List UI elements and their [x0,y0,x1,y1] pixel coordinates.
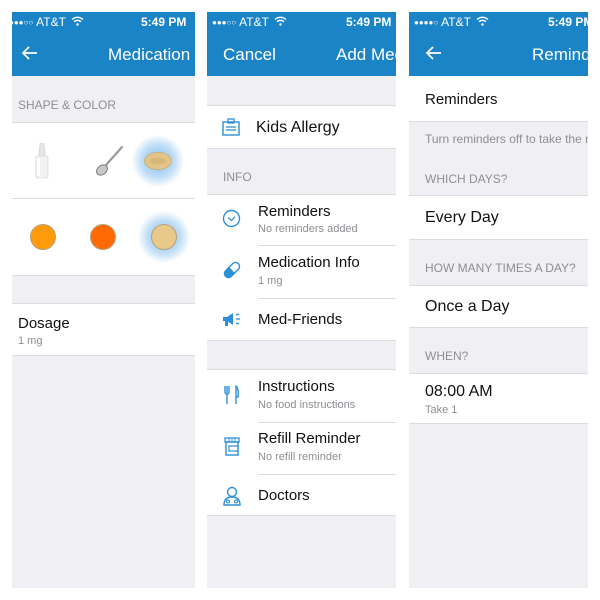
add-medication-screen: ●●●○○ AT&T 5:49 PM Cancel Add Medication… [207,12,396,588]
spacer [207,76,396,105]
wifi-icon [274,15,287,29]
carrier-name: AT&T [441,15,471,29]
wifi-icon [476,15,489,29]
section-label: SHAPE & COLOR [18,98,117,112]
id-badge-icon [222,118,240,141]
list-item-refill-reminder[interactable]: Refill Reminder No refill reminder [207,422,396,474]
medication-name: Kids Allergy [256,119,340,136]
more-list: Instructions No food instructions Refill… [207,369,396,516]
item-subtitle: No reminders added [258,223,358,235]
item-title: Refill Reminder [258,430,361,447]
nav-bar: Reminders [409,33,588,76]
section-label: HOW MANY TIMES A DAY? [425,261,576,275]
item-subtitle: No food instructions [258,399,356,411]
item-subtitle: 1 mg [258,275,283,287]
item-title: Medication Info [258,254,360,271]
back-arrow-icon[interactable] [424,43,444,63]
clock: 5:49 PM [141,15,187,29]
clock-icon [222,209,241,233]
carrier: ●●●○○ AT&T [12,15,84,29]
megaphone-icon [221,312,241,333]
list-item-doctors[interactable]: Doctors [207,474,396,517]
carrier: ●●●●○ AT&T [414,15,489,29]
nav-title: Reminders [532,45,588,64]
list-item-instructions[interactable]: Instructions No food instructions [207,370,396,422]
clock: 5:49 PM [346,15,392,29]
reminder-time-row[interactable]: 08:00 AM Take 1 [409,373,588,424]
header: ●●●●○ AT&T 5:49 PM Reminders [409,12,588,76]
cancel-button[interactable]: Cancel [223,45,276,65]
reminders-screen: ●●●●○ AT&T 5:49 PM Reminders Reminders T… [409,12,588,588]
section-label: WHICH DAYS? [425,172,508,186]
wifi-icon [71,15,84,29]
section-label: WHEN? [425,349,469,363]
section-times-a-day: HOW MANY TIMES A DAY? [409,240,588,285]
pill-icon [222,260,242,285]
medication-info-screen: ●●●○○ AT&T 5:49 PM Medication Info SHAPE… [12,12,195,588]
fork-knife-icon [224,384,240,410]
which-days-row[interactable]: Every Day [409,195,588,240]
back-arrow-icon[interactable] [20,43,40,63]
spoon-icon[interactable] [94,145,124,182]
item-title: Reminders [258,203,331,220]
reminders-toggle-label: Reminders [425,91,498,108]
pill-bottle-icon [224,437,240,461]
times-a-day-row[interactable]: Once a Day [409,285,588,328]
medication-name-row[interactable]: Kids Allergy [207,105,396,149]
dropper-bottle-icon[interactable] [34,142,50,184]
oval-pill-icon[interactable] [144,152,172,175]
section-which-days: Turn reminders off to take the medicatio… [409,122,588,195]
dosage-row[interactable]: Dosage 1 mg [12,303,195,356]
item-subtitle: No refill reminder [258,451,342,463]
reminder-time: 08:00 AM [425,383,493,400]
carrier-name: AT&T [36,15,66,29]
signal-strength-icon: ●●●○○ [12,17,34,27]
times-a-day-value: Once a Day [425,298,510,315]
doctor-icon [222,486,242,511]
dosage-label: Dosage [18,315,70,332]
list-item-reminders[interactable]: Reminders No reminders added [207,195,396,246]
which-days-value: Every Day [425,209,499,226]
spacer [207,341,396,369]
dosage-value: 1 mg [18,335,43,347]
carrier-name: AT&T [239,15,269,29]
clock: 5:49 PM [548,15,588,29]
color-swatch-dark-orange[interactable] [90,224,116,250]
header: ●●●○○ AT&T 5:49 PM Cancel Add Medication [207,12,396,76]
nav-title: Medication Info [108,45,195,64]
section-info: INFO [207,149,396,194]
section-shape-color: SHAPE & COLOR [12,76,195,122]
nav-bar: Cancel Add Medication [207,33,396,76]
color-swatch-orange[interactable] [30,224,56,250]
section-label: INFO [223,170,252,184]
item-title: Doctors [258,487,310,504]
reminders-toggle-row[interactable]: Reminders [409,76,588,122]
carrier: ●●●○○ AT&T [212,15,287,29]
list-item-medication-info[interactable]: Medication Info 1 mg [207,246,396,298]
info-list: Reminders No reminders added Medication … [207,194,396,341]
item-title: Med-Friends [258,311,343,328]
signal-strength-icon: ●●●●○ [414,17,439,27]
list-item-med-friends[interactable]: Med-Friends [207,298,396,342]
reminder-dose: Take 1 [425,404,458,416]
nav-title: Add Medication [336,45,396,64]
item-title: Instructions [258,378,335,395]
header: ●●●○○ AT&T 5:49 PM Medication Info [12,12,195,76]
color-swatch-tan[interactable] [151,224,177,250]
section-when: WHEN? [409,328,588,373]
reminders-note: Turn reminders off to take the medicatio… [425,132,588,146]
status-bar: ●●●○○ AT&T 5:49 PM [207,12,396,33]
status-bar: ●●●○○ AT&T 5:49 PM [12,12,195,33]
shape-picker-row [12,122,195,199]
signal-strength-icon: ●●●○○ [212,17,237,27]
status-bar: ●●●●○ AT&T 5:49 PM [409,12,588,33]
nav-bar: Medication Info [12,33,195,76]
color-picker-row [12,199,195,276]
